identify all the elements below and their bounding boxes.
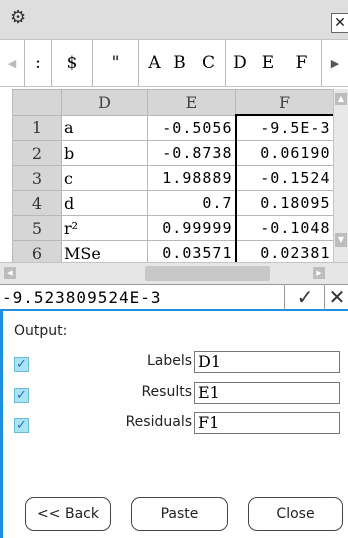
- column-header-f[interactable]: F: [235, 89, 334, 116]
- scroll-columns-left-icon[interactable]: ◀: [0, 40, 24, 87]
- edit-line-value[interactable]: -9.523809524E-3: [2, 288, 162, 307]
- row-header[interactable]: 4: [12, 190, 62, 216]
- cell-e[interactable]: 0.99999: [147, 215, 236, 241]
- back-button[interactable]: << Back: [25, 497, 111, 531]
- labels-field[interactable]: D1: [194, 351, 340, 373]
- table-row: 1 a -0.5056 -9.5E-3: [12, 114, 335, 141]
- cell-d[interactable]: r²: [61, 215, 148, 241]
- residuals-checkbox[interactable]: ✓: [14, 418, 29, 433]
- corner-cell: [12, 89, 62, 116]
- cell-f[interactable]: 0.18095: [234, 190, 335, 216]
- title-bar: [0, 0, 348, 40]
- scroll-columns-right-icon[interactable]: ▶: [322, 40, 348, 87]
- row-header[interactable]: 5: [12, 215, 62, 241]
- scroll-up-icon[interactable]: ▲: [335, 93, 347, 105]
- cell-d[interactable]: a: [61, 114, 148, 141]
- table-row: 3 c 1.98889 -0.1524: [12, 165, 335, 191]
- cell-e[interactable]: 0.7: [147, 190, 236, 216]
- column-letter-button[interactable]: $: [52, 40, 93, 87]
- table-row: 5 r² 0.99999 -0.1048: [12, 215, 335, 241]
- labels-label: Labels: [146, 353, 192, 369]
- scroll-right-icon[interactable]: ▶: [313, 267, 325, 279]
- scrollbar-thumb[interactable]: [145, 266, 270, 281]
- scroll-left-icon[interactable]: ◀: [4, 267, 16, 279]
- column-header-d[interactable]: D: [61, 89, 148, 116]
- close-button[interactable]: Close: [248, 497, 343, 531]
- row-header[interactable]: 1: [12, 114, 62, 141]
- vertical-scrollbar[interactable]: ▲ ▼: [333, 89, 348, 263]
- column-letter-button[interactable]: F: [282, 40, 322, 87]
- results-field[interactable]: E1: [194, 382, 340, 404]
- scroll-down-icon[interactable]: ▼: [335, 233, 347, 247]
- cell-f[interactable]: -0.1524: [234, 165, 335, 191]
- column-letter-button[interactable]: C: [192, 40, 226, 87]
- window-close-icon[interactable]: ✕: [331, 13, 348, 33]
- cell-d[interactable]: b: [61, 140, 148, 166]
- column-letter-button[interactable]: B: [167, 40, 192, 87]
- column-letter-button[interactable]: D: [226, 40, 254, 87]
- labels-checkbox[interactable]: ✓: [14, 357, 29, 372]
- settings-gear-icon[interactable]: ⚙: [10, 8, 30, 28]
- row-header[interactable]: 3: [12, 165, 62, 191]
- confirm-check-icon[interactable]: ✓: [284, 285, 325, 310]
- results-checkbox[interactable]: ✓: [14, 388, 29, 403]
- output-heading: Output:: [14, 323, 68, 339]
- column-letter-button[interactable]: A: [142, 40, 167, 87]
- paste-button[interactable]: Paste: [131, 497, 228, 531]
- column-letter-button[interactable]: E: [254, 40, 282, 87]
- table-row: 2 b -0.8738 0.06190: [12, 140, 335, 166]
- cell-d[interactable]: d: [61, 190, 148, 216]
- residuals-field[interactable]: F1: [194, 412, 340, 434]
- column-letter-button[interactable]: ": [93, 40, 139, 87]
- edit-line[interactable]: -9.523809524E-3 ✓ ✕: [0, 284, 348, 311]
- results-label: Results: [141, 384, 192, 400]
- column-letter-button[interactable]: :: [25, 40, 52, 87]
- cell-f[interactable]: -9.5E-3: [234, 114, 335, 141]
- cell-f[interactable]: -0.1048: [234, 215, 335, 241]
- spreadsheet-grid: D E F 1 a -0.5056 -9.5E-3 2 b -0.8738 0.…: [12, 89, 335, 274]
- residuals-label: Residuals: [125, 414, 192, 430]
- column-header-e[interactable]: E: [147, 89, 236, 116]
- cell-e[interactable]: -0.8738: [147, 140, 236, 166]
- cell-f[interactable]: 0.06190: [234, 140, 335, 166]
- cancel-x-icon[interactable]: ✕: [324, 285, 348, 310]
- table-row: 4 d 0.7 0.18095: [12, 190, 335, 216]
- column-letter-bar: ◀ : $ " A B C D E F ▶: [0, 40, 348, 87]
- cell-e[interactable]: -0.5056: [147, 114, 236, 141]
- horizontal-scrollbar[interactable]: ◀ ▶: [0, 262, 348, 284]
- cell-e[interactable]: 1.98889: [147, 165, 236, 191]
- cell-d[interactable]: c: [61, 165, 148, 191]
- row-header[interactable]: 2: [12, 140, 62, 166]
